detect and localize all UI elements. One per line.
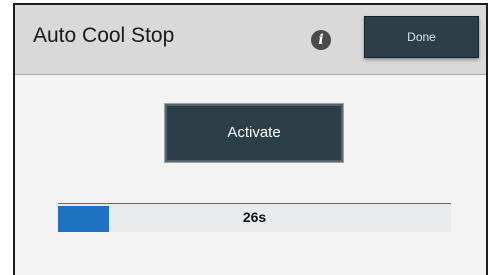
done-button[interactable]: Done [364,16,479,58]
countdown-label: 26s [242,209,267,225]
activate-button[interactable]: Activate [164,103,344,163]
info-icon[interactable]: i [311,30,331,50]
dialog-header: Auto Cool Stop i Done [15,5,486,75]
countdown-progress-bar: 26s [58,203,451,232]
dialog-title: Auto Cool Stop [33,24,175,47]
auto-cool-stop-dialog: Auto Cool Stop i Done Activate 26s [13,3,488,275]
